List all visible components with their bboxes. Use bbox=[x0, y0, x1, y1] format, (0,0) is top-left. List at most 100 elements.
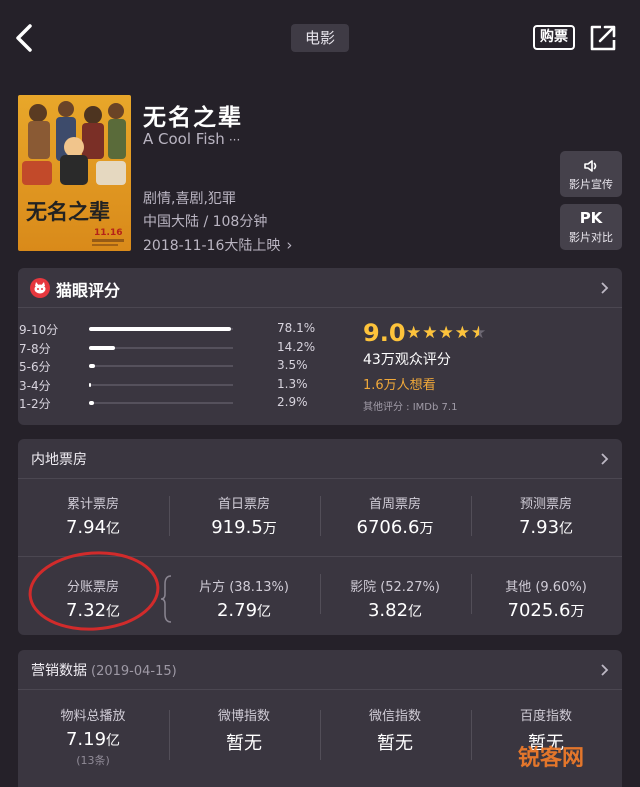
stat-cell[interactable]: 首周票房 6706.6万 bbox=[320, 493, 470, 538]
rating-card-header[interactable]: 猫眼评分 bbox=[18, 268, 622, 308]
chevron-right-icon[interactable] bbox=[600, 281, 610, 295]
distribution-track bbox=[89, 364, 233, 368]
movie-english-title[interactable]: A Cool Fish ··· bbox=[143, 130, 240, 148]
rating-stars: ★★★★★ ★★★★★ bbox=[406, 323, 487, 343]
stat-cell[interactable]: 微信指数 暂无 bbox=[320, 705, 470, 755]
stat-value: 暂无 bbox=[377, 733, 413, 754]
watermark: 锐客网 bbox=[518, 746, 585, 771]
compare-button-label: 影片对比 bbox=[569, 231, 613, 244]
stat-value: 7025.6 bbox=[507, 600, 571, 621]
stat-value: 7.19 bbox=[65, 729, 107, 750]
movie-genres: 剧情,喜剧,犯罪 bbox=[143, 191, 236, 207]
nav-title: 电影 bbox=[291, 24, 349, 52]
distribution-bar bbox=[89, 401, 95, 405]
distribution-bar bbox=[89, 383, 92, 387]
chevron-right-icon[interactable] bbox=[600, 663, 610, 677]
stat-label: 累计票房 bbox=[66, 497, 119, 512]
stat-cell[interactable]: 微博指数 暂无 bbox=[169, 705, 319, 755]
box-office-header[interactable]: 内地票房 bbox=[18, 439, 622, 479]
stat-unit: 万 bbox=[262, 521, 277, 537]
stat-cell[interactable]: 累计票房 7.94亿 bbox=[18, 493, 168, 538]
movie-poster[interactable]: 无名之辈 11.16 bbox=[18, 95, 131, 251]
distribution-label: 9-10分 bbox=[19, 323, 59, 337]
stat-cell[interactable]: 首日票房 919.5万 bbox=[169, 493, 319, 538]
distribution-row: 3-4分 1.3% bbox=[19, 377, 329, 393]
distribution-bar bbox=[89, 364, 96, 368]
other-score: 其他评分 : IMDb 7.1 bbox=[363, 402, 458, 413]
stat-label: 首日票房 bbox=[217, 497, 270, 512]
rating-title: 猫眼评分 bbox=[56, 281, 121, 300]
distribution-bar bbox=[89, 346, 115, 350]
english-title-text: A Cool Fish bbox=[143, 130, 225, 148]
stat-cell[interactable]: 预测票房 7.93亿 bbox=[471, 493, 621, 538]
stat-value: 6706.6 bbox=[356, 517, 420, 538]
poster-date-text: 11.16 bbox=[94, 228, 122, 238]
speaker-icon bbox=[560, 155, 622, 175]
distribution-row: 7-8分 14.2% bbox=[19, 340, 329, 356]
stat-label: 片方 (38.13%) bbox=[199, 580, 289, 595]
movie-release-date[interactable]: 2018-11-16大陆上映 › bbox=[143, 235, 292, 255]
distribution-label: 1-2分 bbox=[19, 397, 51, 411]
distribution-label: 7-8分 bbox=[19, 342, 51, 356]
rating-count: 43万观众评分 bbox=[363, 352, 451, 368]
distribution-track bbox=[89, 327, 233, 331]
stat-unit: 亿 bbox=[408, 604, 423, 620]
promo-button-label: 影片宣传 bbox=[569, 178, 613, 191]
stat-value-wrap: 3.82亿 bbox=[320, 600, 470, 621]
stat-value: 暂无 bbox=[226, 733, 262, 754]
stat-label: 预测票房 bbox=[519, 497, 572, 512]
share-icon[interactable] bbox=[588, 23, 618, 53]
release-text: 2018-11-16大陆上映 bbox=[143, 238, 281, 254]
stat-value-wrap: 6706.6万 bbox=[320, 517, 470, 538]
distribution-row: 5-6分 3.5% bbox=[19, 358, 329, 374]
distribution-pct: 3.5% bbox=[277, 358, 308, 372]
pk-label: PK bbox=[579, 209, 603, 227]
stat-value: 7.94 bbox=[65, 517, 107, 538]
stat-value-wrap: 7.93亿 bbox=[471, 517, 621, 538]
box-office-title: 内地票房 bbox=[31, 452, 87, 468]
red-circle-annotation bbox=[28, 551, 160, 631]
rating-score: 9.0 bbox=[363, 319, 406, 347]
marketing-title: 营销数据 bbox=[31, 663, 87, 679]
buy-ticket-button[interactable]: 购票 bbox=[533, 25, 575, 50]
promo-button[interactable]: 影片宣传 bbox=[560, 151, 622, 197]
stat-cell[interactable]: 其他 (9.60%) 7025.6万 bbox=[471, 576, 621, 621]
distribution-bar bbox=[89, 327, 231, 331]
stat-cell[interactable]: 影院 (52.27%) 3.82亿 bbox=[320, 576, 470, 621]
stat-unit: 亿 bbox=[257, 604, 272, 620]
poster-image: 无名之辈 11.16 bbox=[18, 95, 131, 251]
stat-value-wrap: 暂无 bbox=[320, 729, 470, 755]
distribution-track bbox=[89, 346, 233, 350]
stat-label: 百度指数 bbox=[519, 709, 572, 724]
stat-unit: 亿 bbox=[106, 733, 121, 749]
back-arrow-icon[interactable] bbox=[10, 20, 40, 56]
stat-value: 7.93 bbox=[518, 517, 560, 538]
more-dots-icon[interactable]: ··· bbox=[229, 133, 240, 147]
marketing-title-wrap: 营销数据 (2019-04-15) bbox=[31, 660, 177, 680]
distribution-track bbox=[89, 401, 233, 405]
stat-label: 微信指数 bbox=[368, 709, 421, 724]
stat-value: 2.79 bbox=[216, 600, 258, 621]
distribution-track bbox=[89, 383, 233, 387]
stat-cell[interactable]: 片方 (38.13%) 2.79亿 bbox=[169, 576, 319, 621]
stat-value-wrap: 7.94亿 bbox=[18, 517, 168, 538]
stat-unit: 亿 bbox=[559, 521, 574, 537]
stat-value-wrap: 919.5万 bbox=[169, 517, 319, 538]
stat-unit: 万 bbox=[419, 521, 434, 537]
stat-label: 其他 (9.60%) bbox=[505, 580, 587, 595]
chevron-right-icon: › bbox=[286, 236, 293, 254]
distribution-label: 5-6分 bbox=[19, 360, 51, 374]
stat-cell[interactable]: 物料总播放 7.19亿 (13条) bbox=[18, 705, 168, 768]
stat-unit: 万 bbox=[570, 604, 585, 620]
stat-value-wrap: 2.79亿 bbox=[169, 600, 319, 621]
marketing-header[interactable]: 营销数据 (2019-04-15) bbox=[18, 650, 622, 690]
distribution-pct: 2.9% bbox=[277, 395, 308, 409]
poster-title-text: 无名之辈 bbox=[26, 199, 110, 224]
chevron-right-icon[interactable] bbox=[600, 452, 610, 466]
compare-button[interactable]: PK 影片对比 bbox=[560, 204, 622, 250]
distribution-row: 9-10分 78.1% bbox=[19, 321, 329, 337]
stat-label: 首周票房 bbox=[368, 497, 421, 512]
stars-filled: ★★★★★ bbox=[406, 323, 479, 343]
want-to-see-count: 1.6万人想看 bbox=[363, 378, 436, 393]
stat-label: 物料总播放 bbox=[60, 709, 126, 724]
